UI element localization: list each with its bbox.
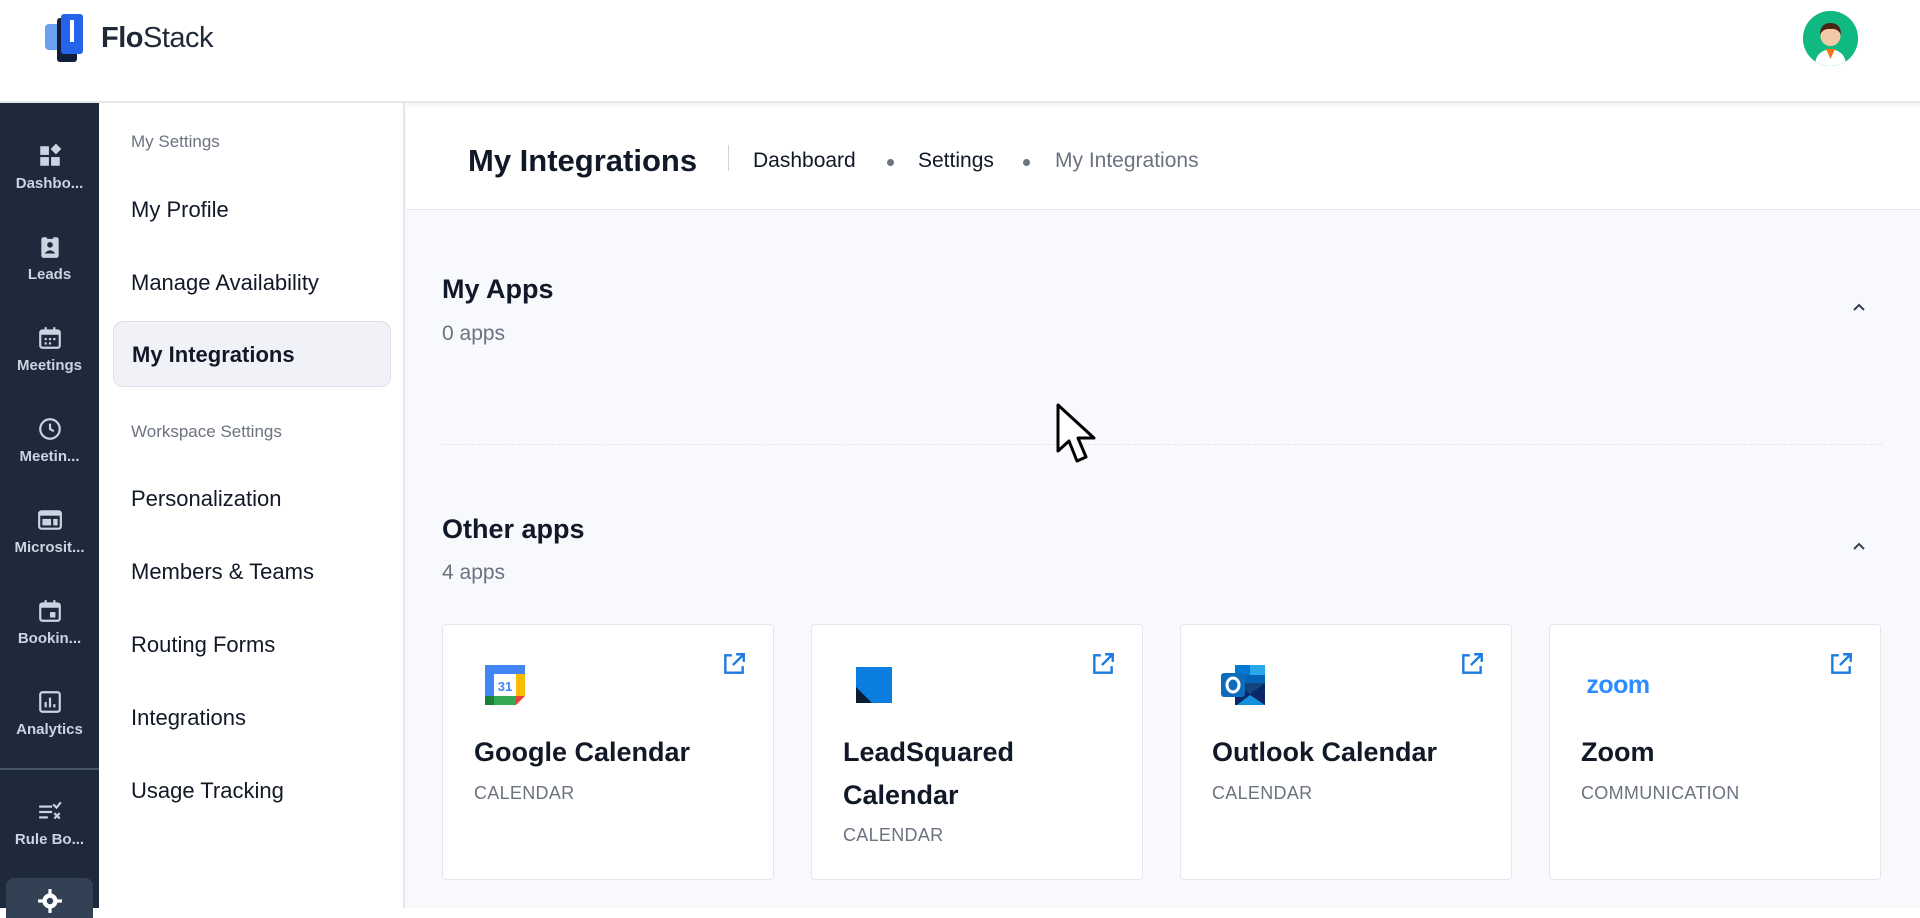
google-calendar-icon: 31 [485, 665, 525, 705]
external-link-icon[interactable] [1459, 651, 1485, 677]
rail-divider [0, 768, 99, 770]
dashboard-icon [39, 143, 61, 166]
breadcrumb-dot [887, 159, 894, 166]
breadcrumb-separator [728, 145, 729, 171]
other-apps-title: Other apps [442, 514, 585, 544]
rail-item-dashboard[interactable]: Dashbo... [0, 143, 99, 223]
sidebar-item-manage-availability[interactable]: Manage Availability [131, 270, 319, 296]
breadcrumb-current: My Integrations [1055, 149, 1199, 172]
breadcrumb-dot [1023, 159, 1030, 166]
brand-name: FloStack [101, 21, 214, 54]
rail-label: Dashbo... [15, 175, 84, 192]
settings-sidebar: My Settings My Profile Manage Availabili… [99, 103, 405, 908]
flostack-logo[interactable]: FloStack [45, 14, 214, 62]
rail-label: Rule Bo... [14, 831, 85, 848]
rail-item-rule-book[interactable]: Rule Bo... [0, 799, 99, 879]
rail-label: Leads [27, 266, 72, 283]
section-my-settings: My Settings [131, 132, 220, 151]
external-link-icon[interactable] [1090, 651, 1116, 677]
app-category: CALENDAR [1212, 783, 1313, 803]
rail-item-leads[interactable]: Leads [0, 234, 99, 314]
clock-icon [38, 418, 61, 440]
section-workspace-settings: Workspace Settings [131, 422, 282, 441]
mouse-cursor-icon [1056, 403, 1096, 463]
app-name: Zoom [1581, 737, 1655, 767]
app-name: LeadSquared Calendar [843, 737, 1015, 810]
zoom-icon: zoom [1586, 671, 1650, 699]
rail-item-microsites[interactable]: Microsit... [0, 507, 99, 587]
sidebar-item-integrations[interactable]: Integrations [131, 705, 246, 731]
clipboard-user-icon [40, 235, 59, 258]
bar-chart-icon [38, 691, 61, 713]
app-rail: Dashbo... Leads Meetings Meetin... Micro… [0, 103, 99, 918]
my-apps-count: 0 apps [442, 322, 506, 345]
svg-text:zoom: zoom [1586, 671, 1649, 699]
rail-label: Bookin... [17, 630, 82, 647]
sidebar-item-personalization[interactable]: Personalization [131, 486, 281, 512]
calendar-icon [38, 327, 61, 349]
app-category: CALENDAR [843, 825, 944, 845]
sidebar-item-my-profile[interactable]: My Profile [131, 197, 229, 223]
app-card-zoom[interactable]: zoom Zoom COMMUNICATION [1549, 624, 1881, 880]
section-divider [442, 444, 1882, 445]
rail-label: Analytics [16, 721, 83, 738]
chevron-up-icon[interactable] [1849, 536, 1869, 556]
app-category: CALENDAR [474, 783, 575, 803]
leadsquared-icon [856, 667, 892, 703]
external-link-icon[interactable] [1828, 651, 1854, 677]
external-link-icon[interactable] [721, 651, 747, 677]
app-name: Google Calendar [474, 737, 691, 767]
gear-icon [38, 889, 62, 913]
rail-label: Meetings [16, 357, 82, 374]
calendar-event-icon [38, 600, 61, 622]
sidebar-item-label: My Integrations [132, 342, 295, 367]
app-card-google-calendar[interactable]: 31 Google Calendar CALENDAR [442, 624, 774, 880]
rail-item-analytics[interactable]: Analytics [0, 689, 99, 769]
sidebar-item-members-teams[interactable]: Members & Teams [131, 559, 314, 585]
chevron-up-icon[interactable] [1849, 297, 1869, 317]
rail-item-bookings[interactable]: Bookin... [0, 598, 99, 678]
rail-item-meetings[interactable]: Meetings [0, 325, 99, 405]
breadcrumb-dashboard[interactable]: Dashboard [753, 149, 856, 173]
web-layout-icon [37, 510, 62, 530]
sidebar-item-usage-tracking[interactable]: Usage Tracking [131, 778, 284, 804]
other-apps-count: 4 apps [442, 561, 506, 584]
sidebar-item-my-integrations[interactable]: My Integrations [113, 321, 391, 387]
app-category: COMMUNICATION [1581, 783, 1740, 803]
breadcrumb-settings[interactable]: Settings [918, 149, 994, 173]
app-card-outlook-calendar[interactable]: Outlook Calendar CALENDAR [1180, 624, 1512, 880]
rail-label: Microsit... [14, 539, 85, 556]
page-header: My Integrations Dashboard Settings My In… [406, 107, 1920, 210]
main-content: My Integrations Dashboard Settings My In… [405, 103, 1920, 908]
page-title: My Integrations [468, 143, 698, 178]
sidebar-item-routing-forms[interactable]: Routing Forms [131, 632, 275, 658]
rail-item-settings[interactable] [6, 878, 93, 918]
user-avatar[interactable] [1803, 11, 1858, 66]
rule-list-icon [38, 801, 62, 820]
flostack-logo-icon [45, 14, 91, 62]
app-card-leadsquared-calendar[interactable]: LeadSquared Calendar CALENDAR [811, 624, 1143, 880]
top-bar: FloStack [0, 0, 1920, 103]
outlook-icon [1221, 665, 1265, 705]
my-apps-title: My Apps [442, 274, 554, 304]
svg-text:31: 31 [498, 679, 512, 694]
rail-item-meeting-types[interactable]: Meetin... [0, 416, 99, 496]
rail-label: Meetin... [19, 448, 80, 465]
app-name: Outlook Calendar [1212, 737, 1438, 767]
